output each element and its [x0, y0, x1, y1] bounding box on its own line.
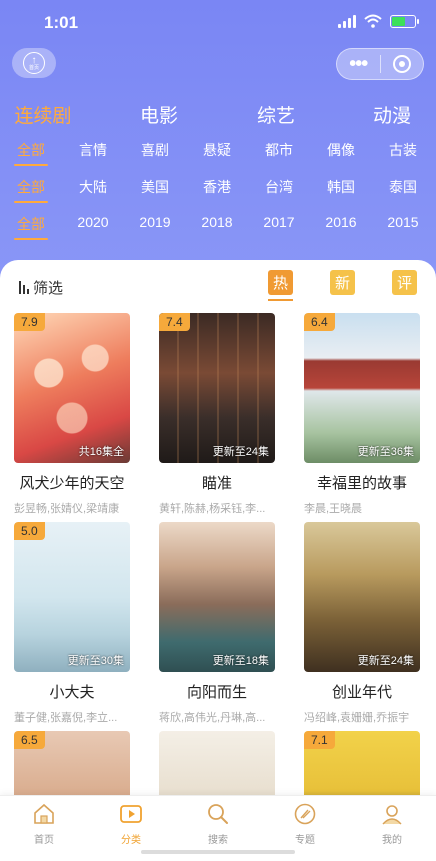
tab-movies[interactable]: 电影: [140, 101, 178, 128]
home-indicator: [141, 850, 295, 854]
region-filter-item[interactable]: 泰国: [389, 177, 417, 197]
tab-anime[interactable]: 动漫: [373, 101, 411, 128]
show-title: 小大夫: [49, 684, 95, 701]
episode-status: 更新至30集: [67, 655, 124, 667]
close-program-button[interactable]: [380, 55, 423, 73]
year-filter-item[interactable]: 2020: [77, 214, 108, 230]
region-filter-item[interactable]: 香港: [203, 177, 231, 197]
year-filter-item[interactable]: 全部: [14, 214, 48, 240]
close-ring-icon: [392, 55, 411, 73]
show-cast: 冯绍峰,袁姗姗,乔振宇: [304, 712, 410, 724]
wifi-icon: [364, 14, 382, 28]
genre-filter-item[interactable]: 都市: [265, 140, 293, 160]
status-icons: [338, 14, 419, 28]
back-home-icon: ↑ 首页: [23, 52, 45, 74]
region-filter-item[interactable]: 美国: [141, 177, 169, 197]
category-icon: [120, 805, 142, 823]
sort-rating-button[interactable]: 评: [392, 270, 417, 295]
genre-filter-item[interactable]: 喜剧: [141, 140, 169, 160]
show-title: 风犬少年的天空: [19, 475, 125, 492]
show-cast: 董子健,张嘉倪,李立...: [14, 712, 118, 724]
category-tabs: 连续剧 电影 综艺 动漫: [0, 101, 436, 127]
episode-status: 更新至36集: [357, 446, 414, 458]
genre-filter-item[interactable]: 悬疑: [203, 140, 231, 160]
nav-topic-label: 专题: [295, 835, 315, 846]
year-filter-item[interactable]: 2019: [139, 214, 170, 230]
home-icon: [34, 803, 54, 824]
home-button[interactable]: ↑ 首页: [12, 48, 56, 78]
genre-filter-item[interactable]: 言情: [79, 140, 107, 160]
tab-series[interactable]: 连续剧: [14, 101, 71, 128]
episode-status: 更新至18集: [212, 655, 269, 667]
episode-status: 共16集全: [78, 446, 124, 458]
year-filter-item[interactable]: 2018: [201, 214, 232, 230]
year-filter-item[interactable]: 2015: [387, 214, 418, 230]
nav-search[interactable]: 搜索: [188, 802, 248, 846]
search-icon: [208, 804, 228, 824]
region-filter-item[interactable]: 台湾: [265, 177, 293, 197]
tab-variety[interactable]: 综艺: [257, 101, 295, 128]
status-bar: 1:01: [0, 0, 436, 44]
filter-toggle[interactable]: 筛选: [19, 277, 63, 298]
region-filter-item[interactable]: 全部: [14, 177, 48, 203]
year-filter-item[interactable]: 2017: [263, 214, 294, 230]
poster-image: 更新至24集: [304, 522, 420, 672]
region-filter-item[interactable]: 大陆: [79, 177, 107, 197]
genre-filter-row: 全部 言情 喜剧 悬疑 都市 偶像 古装: [0, 140, 436, 170]
filter-icon: [19, 281, 29, 294]
show-cast: 李晨,王晓晨: [304, 503, 363, 515]
rating-badge: 6.4: [304, 313, 335, 331]
nav-category-label: 分类: [121, 835, 141, 846]
show-cast: 蒋欣,高伟光,丹琳,高...: [159, 712, 266, 724]
more-options-button[interactable]: •••: [337, 54, 380, 74]
nav-home[interactable]: 首页: [14, 802, 74, 846]
sort-hot-button[interactable]: 热: [268, 270, 293, 295]
filter-label: 筛选: [33, 280, 64, 297]
episode-status: 更新至24集: [212, 446, 269, 458]
region-filter-row: 全部 大陆 美国 香港 台湾 韩国 泰国: [0, 177, 436, 207]
nav-profile-label: 我的: [382, 835, 402, 846]
episode-status: 更新至24集: [357, 655, 414, 667]
nav-home-label: 首页: [34, 835, 54, 846]
nav-category[interactable]: 分类: [101, 802, 161, 846]
show-title: 向阳而生: [186, 684, 247, 701]
poster-image: 7.4 更新至24集: [159, 313, 275, 463]
year-filter-row: 全部 2020 2019 2018 2017 2016 2015: [0, 214, 436, 244]
nav-topic[interactable]: 专题: [275, 802, 335, 846]
profile-icon: [382, 805, 402, 825]
mini-program-capsule: •••: [336, 48, 424, 80]
rating-badge: 7.4: [159, 313, 190, 331]
poster-image: 5.0 更新至30集: [14, 522, 130, 672]
nav-search-label: 搜索: [208, 835, 228, 846]
show-cast: 彭昱畅,张婧仪,梁靖康: [14, 503, 120, 515]
genre-filter-item[interactable]: 全部: [14, 140, 48, 166]
rating-badge: 7.1: [304, 731, 335, 749]
genre-filter-item[interactable]: 古装: [389, 140, 417, 160]
signal-icon: [338, 14, 356, 28]
genre-filter-item[interactable]: 偶像: [327, 140, 355, 160]
region-filter-item[interactable]: 韩国: [327, 177, 355, 197]
rating-badge: 6.5: [14, 731, 45, 749]
rating-badge: 5.0: [14, 522, 45, 540]
show-title: 瞄准: [201, 475, 232, 492]
battery-icon: [390, 14, 419, 28]
show-title: 创业年代: [331, 684, 392, 701]
topic-icon: [294, 803, 316, 825]
sort-active-indicator: [268, 299, 293, 301]
poster-image: 7.9 共16集全: [14, 313, 130, 463]
year-filter-item[interactable]: 2016: [325, 214, 356, 230]
rating-badge: 7.9: [14, 313, 45, 331]
show-cast: 黄轩,陈赫,杨采钰,李...: [159, 503, 266, 515]
poster-image: 6.4 更新至36集: [304, 313, 420, 463]
sort-new-button[interactable]: 新: [330, 270, 355, 295]
show-title: 幸福里的故事: [316, 475, 407, 492]
poster-image: 更新至18集: [159, 522, 275, 672]
nav-profile[interactable]: 我的: [362, 802, 422, 846]
status-time: 1:01: [44, 13, 79, 32]
